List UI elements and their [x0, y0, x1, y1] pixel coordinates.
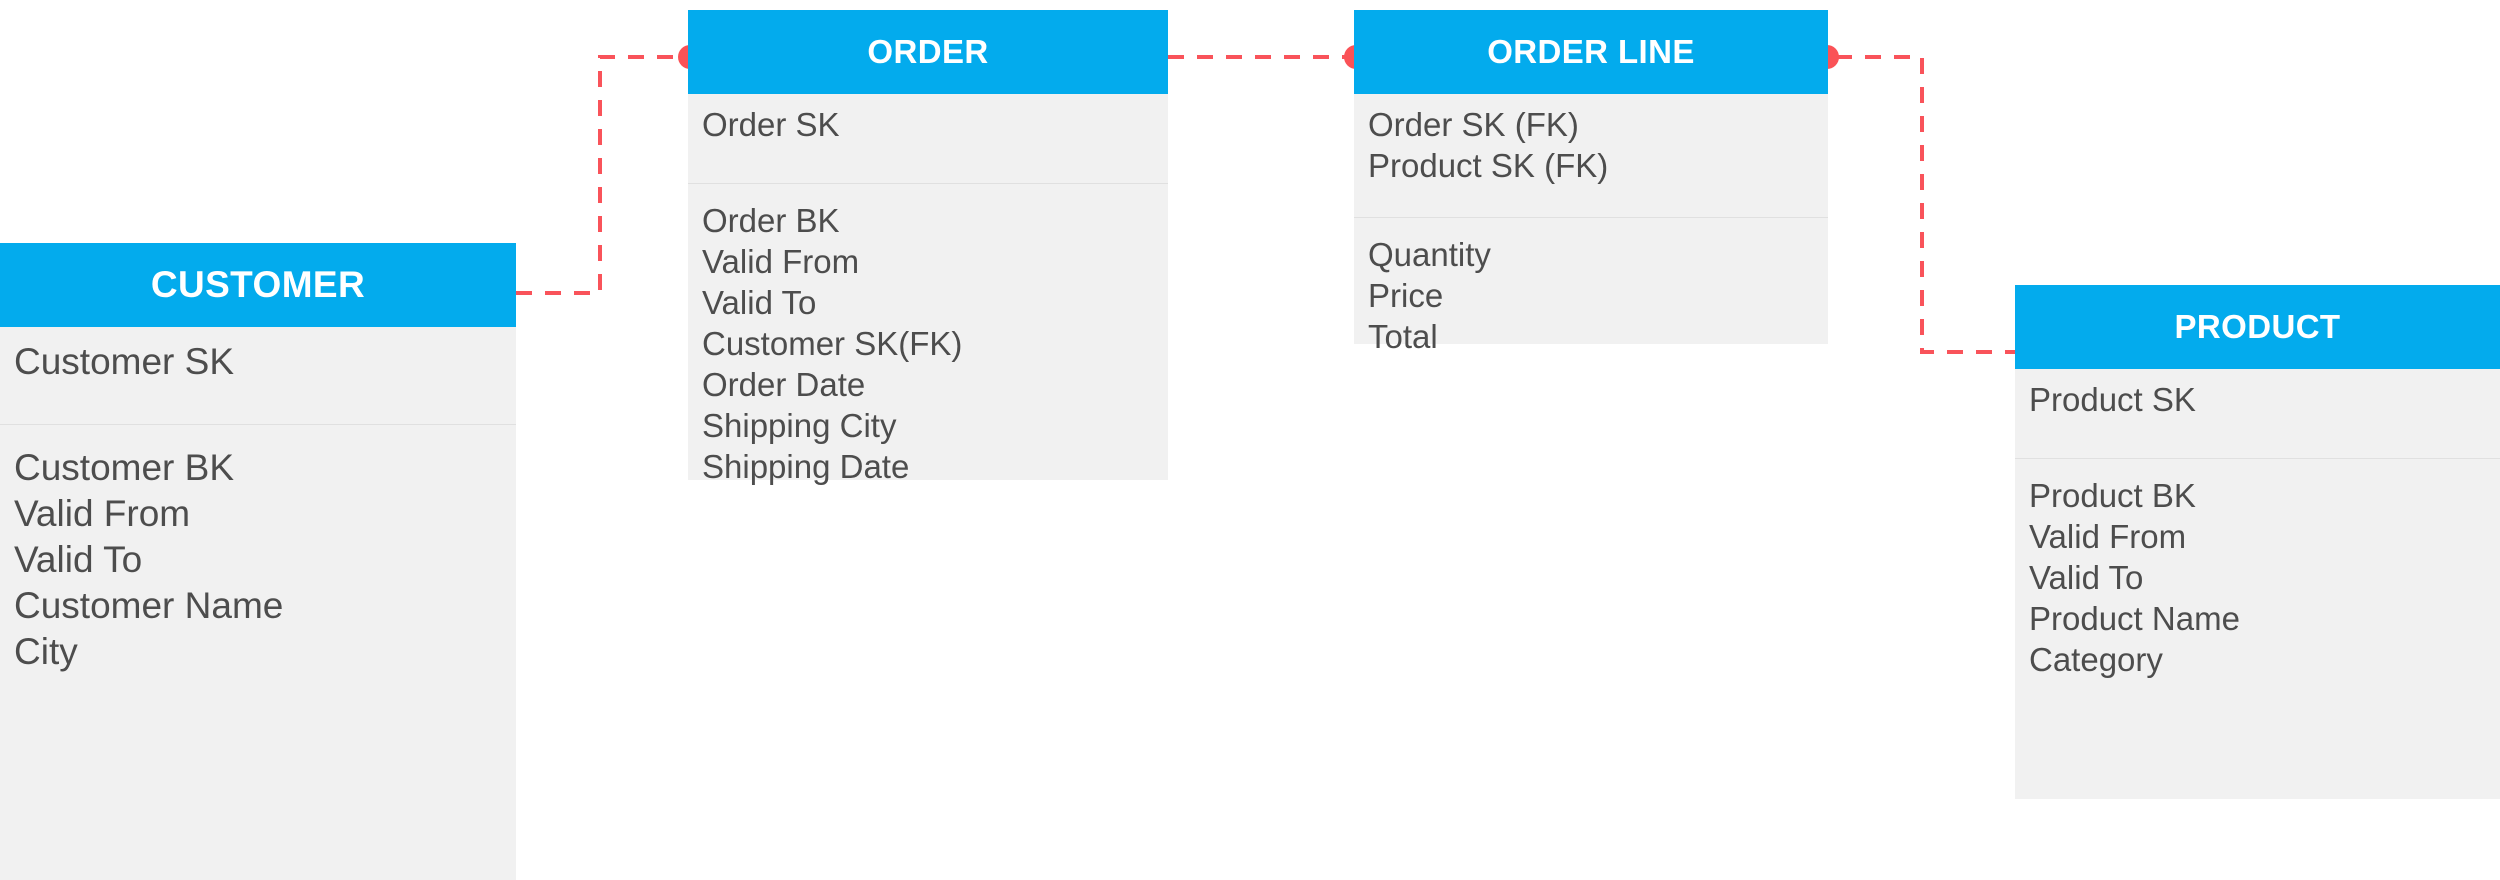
- entity-customer-keys: Customer SK: [0, 327, 516, 425]
- attribute: Order SK: [702, 106, 840, 143]
- attribute: Valid From: [702, 243, 860, 281]
- entity-product-keys: Product SK: [2015, 369, 2500, 459]
- attribute: Product SK (FK): [1368, 147, 1609, 185]
- entity-customer-attributes: Customer BK Valid From Valid To Customer…: [0, 425, 516, 880]
- attribute: Shipping City: [702, 407, 897, 445]
- entity-order-attributes: Order BK Valid From Valid To Customer SK…: [688, 184, 1168, 485]
- attribute: Product Name: [2029, 600, 2240, 638]
- entity-order[interactable]: ORDER Order SK Order BK Valid From Valid…: [688, 10, 1168, 485]
- relationship-line-orderline-product: [1836, 55, 2015, 354]
- entity-customer-title: CUSTOMER: [0, 243, 516, 327]
- attribute: Customer SK: [14, 341, 235, 382]
- entity-product[interactable]: PRODUCT Product SK Product BK Valid From…: [2015, 285, 2500, 799]
- attribute: City: [14, 631, 78, 673]
- attribute: Product SK: [2029, 381, 2196, 418]
- attribute: Price: [1368, 277, 1444, 315]
- attribute: Order BK: [702, 202, 840, 239]
- entity-product-title: PRODUCT: [2015, 285, 2500, 369]
- entity-order-keys: Order SK: [688, 94, 1168, 184]
- relationship-line-customer-order: [516, 55, 681, 295]
- entity-order-line-attributes: Quantity Price Total: [1354, 218, 1828, 355]
- attribute: Shipping Date: [702, 448, 910, 486]
- attribute: Valid To: [14, 539, 143, 581]
- attribute: Valid From: [14, 493, 191, 535]
- attribute: Quantity: [1368, 236, 1491, 273]
- attribute: Product BK: [2029, 477, 2196, 514]
- attribute: Category: [2029, 641, 2163, 679]
- attribute: Customer SK(FK): [702, 325, 963, 363]
- attribute: Valid From: [2029, 518, 2187, 556]
- attribute: Customer BK: [14, 447, 235, 488]
- attribute: Valid To: [2029, 559, 2144, 597]
- attribute: Order Date: [702, 366, 866, 404]
- entity-product-attributes: Product BK Valid From Valid To Product N…: [2015, 459, 2500, 799]
- entity-order-line-title: ORDER LINE: [1354, 10, 1828, 94]
- attribute: Total: [1368, 318, 1438, 356]
- entity-order-line-keys: Order SK (FK) Product SK (FK): [1354, 94, 1828, 218]
- entity-order-line[interactable]: ORDER LINE Order SK (FK) Product SK (FK)…: [1354, 10, 1828, 355]
- er-diagram-canvas: CUSTOMER Customer SK Customer BK Valid F…: [0, 0, 2500, 880]
- entity-customer[interactable]: CUSTOMER Customer SK Customer BK Valid F…: [0, 243, 516, 880]
- entity-order-title: ORDER: [688, 10, 1168, 94]
- attribute: Customer Name: [14, 585, 284, 627]
- attribute: Valid To: [702, 284, 817, 322]
- attribute: Order SK (FK): [1368, 106, 1579, 143]
